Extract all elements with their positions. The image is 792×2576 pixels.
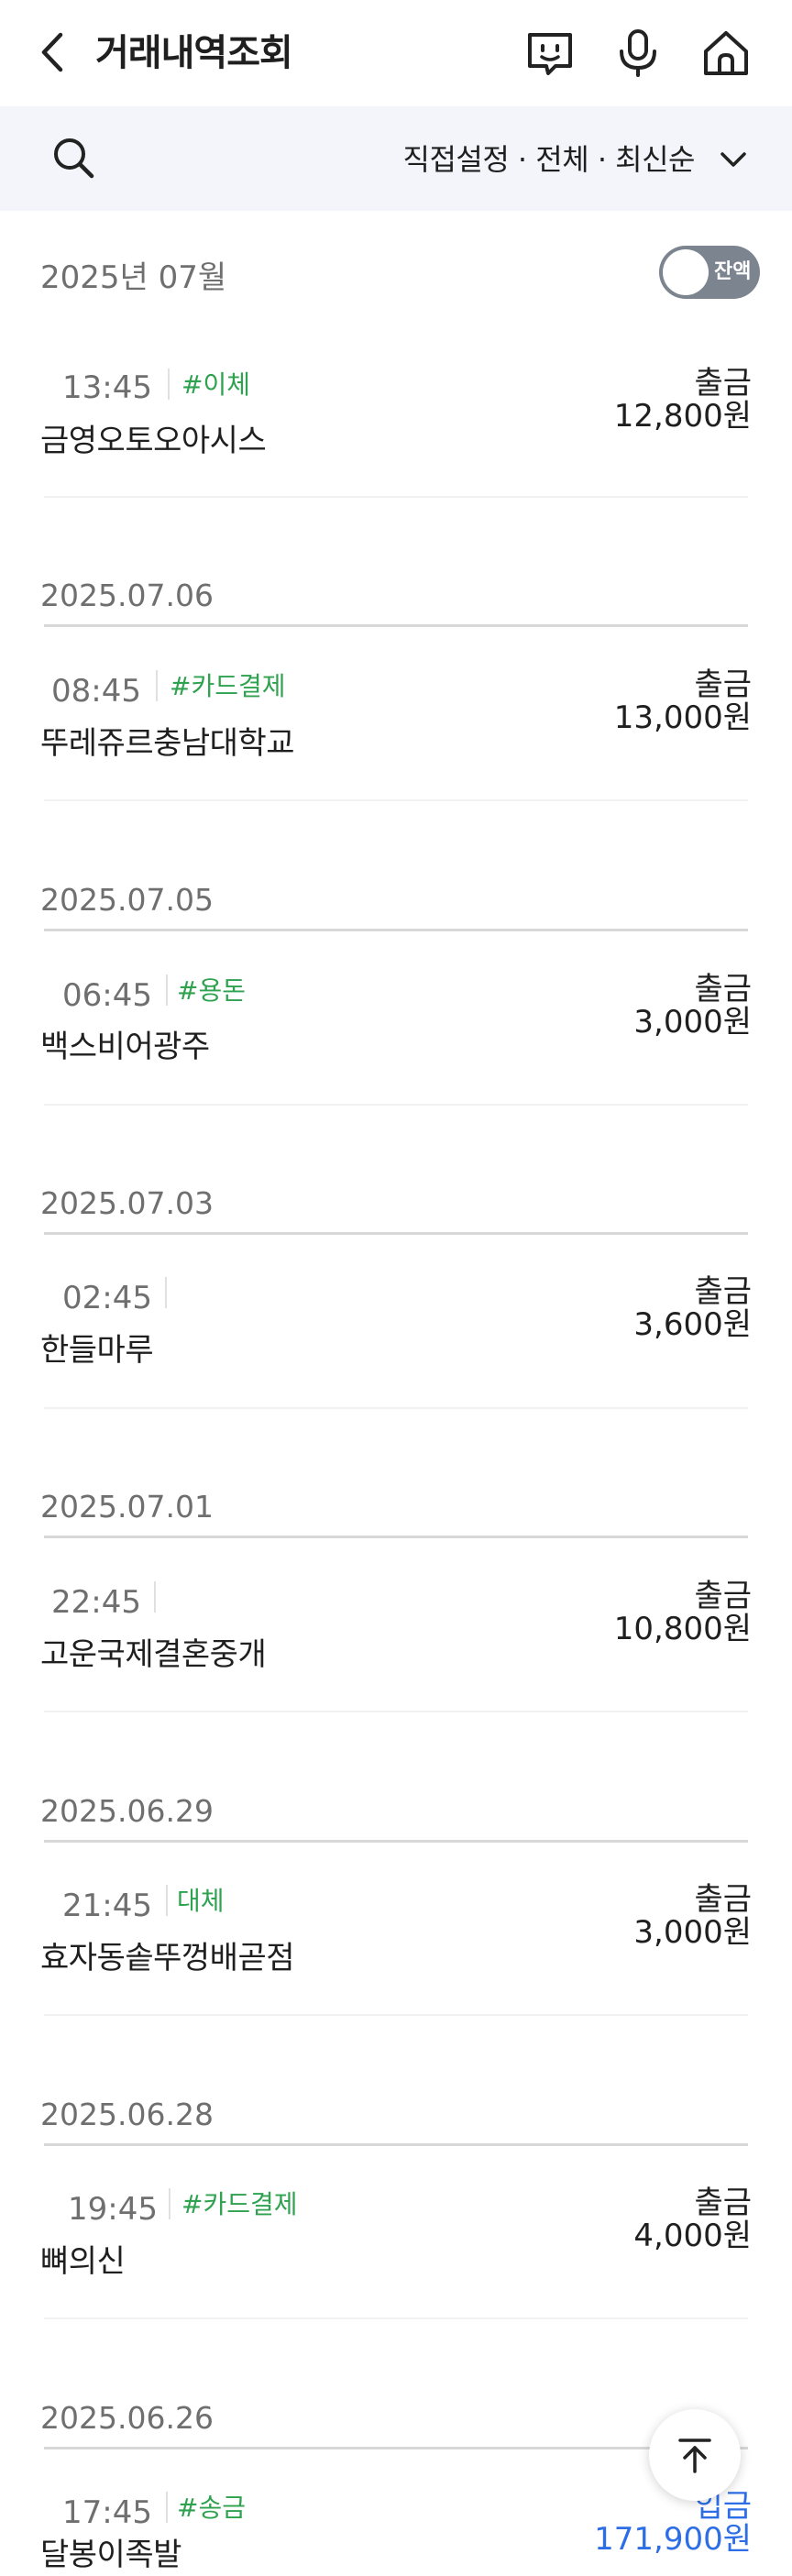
merchant-name[interactable]: 뚜레쥬르충남대학교 [40,722,295,765]
merchant-name[interactable]: 백스비어광주 [40,1026,210,1068]
transaction-amount: 3,000원 [633,1004,752,1040]
time-divider [156,670,158,701]
transaction-time: 19:45 [68,2191,158,2228]
date-header: 2025.06.29 [40,1793,214,1829]
transaction-amount: 10,800원 [613,1611,752,1647]
time-divider [169,2188,170,2219]
merchant-name[interactable]: 효자동솥뚜껑배곧점 [40,1937,295,1979]
row-separator [44,496,748,498]
time-divider [154,1581,156,1613]
time-divider [166,974,168,1006]
home-icon[interactable] [698,26,754,81]
month-label: 2025년 07월 [40,259,227,296]
toggle-knob [663,249,709,295]
merchant-name[interactable]: 한들마루 [40,1329,154,1371]
merchant-name[interactable]: 달봉이족발 [40,2534,182,2576]
filter-summary[interactable]: 직접설정 · 전체 · 최신순 [403,139,696,180]
row-separator [44,2317,748,2319]
balance-toggle-label: 잔액 [714,260,752,283]
date-divider [44,929,748,931]
date-header: 2025.07.05 [40,882,214,918]
row-separator [44,1711,748,1712]
transaction-time: 17:45 [62,2494,152,2531]
date-divider [44,2447,748,2449]
date-divider [44,624,748,627]
time-divider [166,2492,168,2523]
merchant-name[interactable]: 금영오토오아시스 [40,420,267,462]
transaction-amount: 4,000원 [633,2218,752,2254]
date-header: 2025.06.26 [40,2400,214,2436]
arrow-up-icon [678,2438,711,2473]
microphone-icon[interactable] [610,26,666,81]
chevron-down-icon[interactable] [717,143,750,176]
balance-toggle[interactable]: 잔액 [659,246,760,299]
transaction-amount: 3,600원 [633,1306,752,1343]
date-divider [44,1840,748,1843]
search-icon[interactable] [48,132,99,183]
merchant-name[interactable]: 뼈의신 [40,2240,126,2283]
chatbot-icon[interactable] [522,26,578,81]
transaction-time: 21:45 [62,1888,152,1924]
date-header: 2025.07.06 [40,578,214,613]
transaction-time: 02:45 [62,1280,152,1316]
scroll-to-top-button[interactable] [649,2409,741,2501]
transaction-amount: 13,000원 [613,699,752,736]
time-divider [165,1277,167,1308]
row-separator [44,2014,748,2016]
transaction-tag[interactable]: #용돈 [177,973,246,1009]
date-header: 2025.07.03 [40,1185,214,1221]
transaction-tag[interactable]: 대체 [177,1883,225,1920]
date-divider [44,1232,748,1235]
transaction-tag[interactable]: #송금 [177,2490,246,2526]
time-divider [166,1885,168,1916]
transaction-tag[interactable]: #카드결제 [182,2186,298,2223]
transaction-amount: 3,000원 [633,1914,752,1951]
transaction-tag[interactable]: #카드결제 [170,668,286,705]
transaction-time: 22:45 [51,1584,141,1621]
transaction-amount: 171,900원 [594,2521,752,2558]
date-divider [44,1536,748,1538]
row-separator [44,1104,748,1106]
transaction-time: 13:45 [62,369,152,406]
time-divider [168,369,170,400]
merchant-name[interactable]: 고운국제결혼중개 [40,1634,267,1676]
transaction-time: 06:45 [62,977,152,1014]
row-separator [44,1407,748,1409]
date-divider [44,2143,748,2146]
page-title: 거래내역조회 [95,32,293,74]
row-separator [44,799,748,801]
transaction-amount: 12,800원 [613,398,752,435]
date-header: 2025.07.01 [40,1489,214,1525]
app-header: 거래내역조회 [0,0,792,106]
filter-bar: 직접설정 · 전체 · 최신순 [0,106,792,211]
back-arrow-icon[interactable] [35,29,72,75]
transaction-time: 08:45 [51,673,141,710]
date-header: 2025.06.28 [40,2097,214,2132]
transaction-tag[interactable]: #이체 [182,367,250,403]
